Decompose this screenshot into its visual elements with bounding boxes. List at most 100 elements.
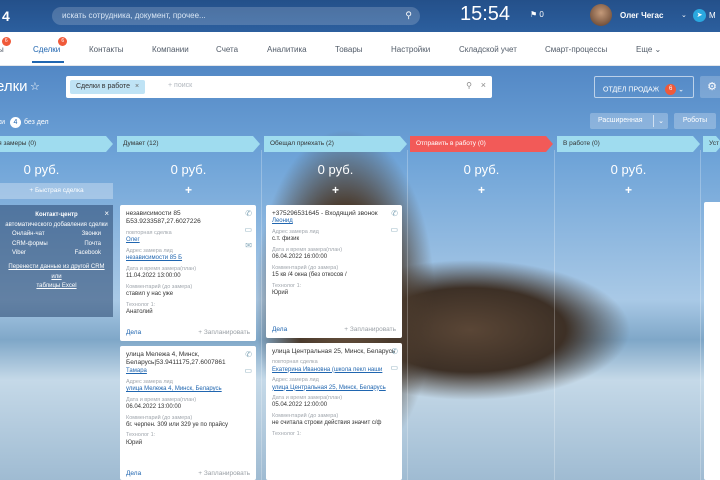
plan-link[interactable]: + Запланировать — [198, 329, 250, 337]
activities-link[interactable]: Дела — [126, 329, 141, 337]
app-logo[interactable]: 4 — [2, 8, 10, 24]
address-link[interactable]: улица Центральная 25, Минск, Беларусь — [272, 385, 396, 393]
channel-row: Онлайн-чат Звонки — [4, 230, 109, 240]
plan-link[interactable]: + Запланировать — [344, 326, 396, 334]
phone-icon[interactable]: ✆ — [391, 209, 398, 219]
column-sum: 0 руб. — [610, 162, 647, 177]
filter-placeholder[interactable]: + поиск — [168, 82, 192, 89]
column-header[interactable]: Обещал приехать (2) — [264, 136, 407, 152]
phone-icon[interactable]: ✆ — [245, 350, 252, 360]
menu-item-0[interactable]: ы6 — [0, 37, 11, 54]
sales-department-label: ОТДЕЛ ПРОДАЖ — [603, 86, 660, 94]
activity-label: ки — [0, 119, 5, 126]
chat-icon[interactable]: ▭ — [244, 366, 252, 376]
mail-icon[interactable]: ✉ — [245, 241, 252, 251]
activities-link[interactable]: Дела — [272, 326, 287, 334]
channel-item[interactable]: Viber — [12, 249, 26, 259]
plan-link[interactable]: + Запланировать — [198, 470, 250, 478]
messenger-label[interactable]: М — [709, 11, 716, 20]
close-icon[interactable]: × — [135, 83, 139, 90]
contact-link[interactable]: Олег — [126, 237, 250, 245]
column-header[interactable]: ащается замеры (0) — [0, 136, 113, 152]
gear-icon[interactable]: ⚙ — [700, 76, 720, 98]
import-excel-link[interactable]: таблицы Excel — [36, 283, 76, 289]
address-link[interactable]: улица Мележа 4, Минск, Беларусь — [126, 386, 250, 394]
menu-item-contacts[interactable]: Контакты — [89, 45, 124, 54]
user-name[interactable]: Олег Чегас — [620, 11, 663, 20]
card-footer: Дела + Запланировать — [272, 326, 396, 334]
field-label: Технолог 1: — [272, 283, 302, 290]
menu-item-more[interactable]: Еще ⌄ — [636, 45, 661, 54]
extended-button[interactable]: Расширенная ⌄ — [590, 113, 668, 129]
sales-department-button[interactable]: ОТДЕЛ ПРОДАЖ 6 ⌄ — [594, 76, 694, 98]
menu-item-invoices[interactable]: Счета — [216, 45, 238, 54]
deal-title[interactable]: улица Центральная 25, Минск, Беларусь — [272, 348, 396, 356]
channel-row: Viber Facebook — [4, 249, 109, 259]
channel-item[interactable]: Почта — [84, 240, 101, 250]
chat-icon[interactable]: ▭ — [390, 363, 398, 373]
field-value: 15 кв /4 окна (без откосов / — [272, 272, 347, 279]
address-link[interactable]: независимости 85 Б — [126, 255, 250, 263]
star-icon[interactable]: ☆ — [30, 80, 40, 93]
contact-link[interactable]: Екатерина Ивановна (школа пекл наши — [272, 367, 396, 375]
deal-card[interactable]: ✆ ▭ улица Мележа 4, Минск, Беларусь|53.9… — [120, 346, 256, 480]
quick-deal-button[interactable]: + Быстрая сделка — [0, 183, 113, 199]
menu-item-settings[interactable]: Настройки — [391, 45, 430, 54]
activities-link[interactable]: Дела — [126, 470, 141, 478]
column-sum: 0 руб. — [170, 162, 207, 177]
filter-search-box[interactable]: Сделки в работе × + поиск ⚲ × — [66, 76, 492, 98]
add-deal-icon[interactable]: + — [557, 183, 700, 197]
deal-title[interactable]: +375296531645 - Входящий звонок — [272, 210, 396, 218]
deal-card-partial[interactable] — [704, 202, 720, 480]
search-icon[interactable]: ⚲ — [405, 10, 412, 21]
kanban-column-0: ащается замеры (0) 0 руб. — [0, 136, 113, 177]
add-deal-icon[interactable]: + — [264, 183, 407, 197]
phone-icon[interactable]: ✆ — [245, 209, 252, 219]
column-header[interactable]: Уст — [703, 136, 720, 152]
add-deal-icon[interactable]: + — [117, 183, 260, 197]
robots-button[interactable]: Роботы — [674, 113, 716, 129]
column-header[interactable]: Отправить в работу (0) — [410, 136, 553, 152]
column-header[interactable]: Думает (12) — [117, 136, 260, 152]
chat-icon[interactable]: ▭ — [244, 225, 252, 235]
channel-item[interactable]: Звонки — [82, 230, 101, 240]
field-value: 06.04.2022 13:00:00 — [126, 403, 182, 410]
search-icon[interactable]: ⚲ — [466, 81, 472, 90]
contact-link[interactable]: Леонид — [272, 218, 396, 226]
menu-item-deals[interactable]: Сделки 6 — [33, 37, 68, 54]
filter-chip[interactable]: Сделки в работе × — [70, 80, 146, 94]
chevron-down-icon[interactable]: ⌄ — [681, 11, 687, 19]
menu-item-analytics[interactable]: Аналитика — [267, 45, 307, 54]
activity-filter[interactable]: ки 4без дел — [0, 117, 49, 128]
close-icon[interactable]: × — [104, 208, 109, 221]
contact-link[interactable]: Тамара — [126, 368, 250, 376]
deal-card[interactable]: ✆ ▭ улица Центральная 25, Минск, Беларус… — [266, 343, 402, 480]
channel-item[interactable]: Facebook — [75, 249, 101, 259]
deal-title[interactable]: независимости 85 Б53.9233587,27.6027226 — [126, 210, 250, 227]
field-label: Дата и время замера(план) — [126, 396, 197, 403]
menu-item-smart-processes[interactable]: Смарт-процессы — [545, 45, 607, 54]
menu-item-products[interactable]: Товары — [335, 45, 363, 54]
clear-icon[interactable]: × — [481, 80, 486, 90]
global-search-input[interactable]: искать сотрудника, документ, прочее... ⚲ — [52, 7, 420, 25]
phone-icon[interactable]: ✆ — [391, 347, 398, 357]
flag-indicator[interactable]: ⚑ 0 — [530, 10, 544, 19]
kanban-column-2: Обещал приехать (2) 0 руб. + — [264, 136, 407, 197]
import-crm-link[interactable]: Перенести данные из другой CRM или — [8, 264, 104, 280]
menu-item-companies[interactable]: Компании — [152, 45, 189, 54]
chat-icon[interactable]: ▭ — [390, 225, 398, 235]
channel-item[interactable]: CRM-формы — [12, 240, 48, 250]
field-label: Комментарий (до замера) — [272, 265, 339, 272]
deal-card[interactable]: ✆ ▭ ✉ независимости 85 Б53.9233587,27.60… — [120, 205, 256, 341]
telegram-icon[interactable]: ➤ — [693, 9, 706, 22]
menu-item-warehouse[interactable]: Складской учет — [459, 45, 517, 54]
deal-title[interactable]: улица Мележа 4, Минск, Беларусь|53.94111… — [126, 351, 250, 368]
global-search-placeholder: искать сотрудника, документ, прочее... — [62, 11, 206, 20]
deal-card[interactable]: ✆ ▭ +375296531645 - Входящий звонок Леон… — [266, 205, 402, 338]
add-deal-icon[interactable]: + — [410, 183, 553, 197]
column-header[interactable]: В работе (0) — [557, 136, 700, 152]
clock[interactable]: 15:54 — [460, 3, 510, 26]
channel-item[interactable]: Онлайн-чат — [12, 230, 45, 240]
avatar[interactable] — [590, 4, 612, 26]
top-bar: 4 искать сотрудника, документ, прочее...… — [0, 0, 720, 32]
